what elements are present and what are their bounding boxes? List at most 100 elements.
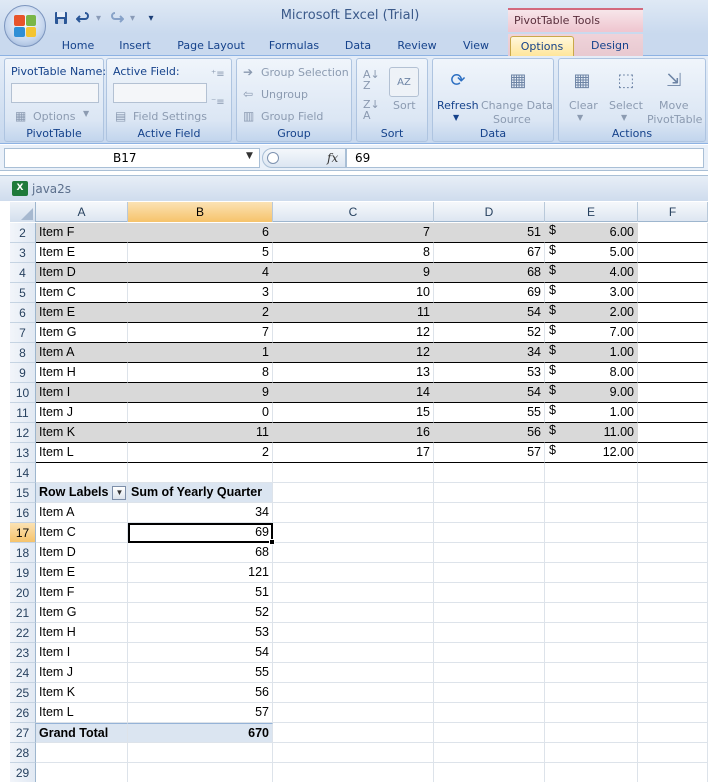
value-d-cell[interactable]: 55: [434, 403, 545, 423]
currency-cell[interactable]: 5.00: [545, 243, 638, 263]
undo-dropdown-icon[interactable]: ▾: [96, 11, 104, 25]
empty-cell[interactable]: [638, 223, 708, 243]
empty-cell[interactable]: [638, 243, 708, 263]
pivot-value-cell[interactable]: 56: [128, 683, 273, 703]
name-box[interactable]: B17: [4, 148, 260, 168]
empty-cell[interactable]: [434, 583, 545, 603]
empty-cell[interactable]: [273, 603, 434, 623]
empty-cell[interactable]: [273, 583, 434, 603]
empty-cell[interactable]: [638, 363, 708, 383]
column-header-d[interactable]: D: [434, 202, 545, 222]
empty-cell[interactable]: [434, 763, 545, 782]
name-box-dropdown-icon[interactable]: ▼: [246, 151, 253, 161]
options-dropdown-icon[interactable]: ▼: [83, 109, 89, 118]
row-header[interactable]: 24: [10, 663, 36, 683]
group-field-button[interactable]: Group Field: [261, 110, 323, 123]
tab-insert[interactable]: Insert: [113, 36, 157, 56]
empty-cell[interactable]: [638, 303, 708, 323]
item-name-cell[interactable]: Item A: [36, 343, 128, 363]
value-c-cell[interactable]: 14: [273, 383, 434, 403]
fill-handle[interactable]: [269, 539, 275, 545]
pivot-row-label[interactable]: Item D: [36, 543, 128, 563]
empty-cell[interactable]: [545, 663, 638, 683]
empty-cell[interactable]: [638, 343, 708, 363]
row-header[interactable]: 27: [10, 723, 36, 743]
value-c-cell[interactable]: 12: [273, 343, 434, 363]
row-header[interactable]: 15: [10, 483, 36, 503]
row-header[interactable]: 23: [10, 643, 36, 663]
pivot-value-cell[interactable]: 57: [128, 703, 273, 723]
pivot-row-label[interactable]: Item J: [36, 663, 128, 683]
filter-dropdown-icon[interactable]: ▼: [112, 485, 127, 500]
pivot-value-cell[interactable]: 51: [128, 583, 273, 603]
column-header-f[interactable]: F: [638, 202, 708, 222]
clear-button[interactable]: Clear: [569, 99, 598, 112]
empty-cell[interactable]: [638, 383, 708, 403]
item-name-cell[interactable]: Item E: [36, 303, 128, 323]
empty-cell[interactable]: [128, 743, 273, 763]
value-d-cell[interactable]: 54: [434, 383, 545, 403]
empty-cell[interactable]: [545, 743, 638, 763]
row-header[interactable]: 5: [10, 283, 36, 303]
currency-cell[interactable]: 2.00: [545, 303, 638, 323]
empty-cell[interactable]: [273, 763, 434, 782]
empty-cell[interactable]: [638, 543, 708, 563]
item-name-cell[interactable]: Item H: [36, 363, 128, 383]
pivot-row-label[interactable]: Item H: [36, 623, 128, 643]
item-name-cell[interactable]: Item D: [36, 263, 128, 283]
empty-cell[interactable]: [434, 603, 545, 623]
row-header[interactable]: 17: [10, 523, 36, 543]
group-selection-button[interactable]: Group Selection: [261, 66, 349, 79]
row-header[interactable]: 6: [10, 303, 36, 323]
expand-field-icon[interactable]: ⁺≡: [211, 69, 225, 80]
row-header[interactable]: 25: [10, 683, 36, 703]
empty-cell[interactable]: [638, 463, 708, 483]
row-header[interactable]: 28: [10, 743, 36, 763]
empty-cell[interactable]: [434, 723, 545, 743]
grand-total-value[interactable]: 670: [128, 723, 273, 743]
value-b-cell[interactable]: 1: [128, 343, 273, 363]
redo-dropdown-icon[interactable]: ▾: [130, 11, 138, 25]
currency-cell[interactable]: 12.00: [545, 443, 638, 463]
move-pivottable-button[interactable]: Move: [659, 99, 689, 112]
pivot-row-label[interactable]: Item G: [36, 603, 128, 623]
column-header-b[interactable]: B: [128, 202, 273, 222]
sort-ascending-icon[interactable]: A↓ Z: [363, 69, 380, 91]
empty-cell[interactable]: [273, 563, 434, 583]
select-button[interactable]: Select: [609, 99, 643, 112]
insert-function-button[interactable]: fx: [327, 151, 338, 165]
empty-cell[interactable]: [434, 503, 545, 523]
value-b-cell[interactable]: 5: [128, 243, 273, 263]
empty-cell[interactable]: [128, 463, 273, 483]
pivot-row-labels-header[interactable]: Row Labels ▼: [36, 483, 128, 503]
formula-input[interactable]: 69: [346, 148, 704, 168]
pivot-value-cell[interactable]: 54: [128, 643, 273, 663]
tab-options[interactable]: Options: [510, 36, 574, 56]
empty-cell[interactable]: [638, 443, 708, 463]
empty-cell[interactable]: [434, 743, 545, 763]
row-header[interactable]: 16: [10, 503, 36, 523]
customize-icon[interactable]: ▾: [142, 9, 160, 27]
value-d-cell[interactable]: 69: [434, 283, 545, 303]
value-b-cell[interactable]: 0: [128, 403, 273, 423]
pivot-value-cell[interactable]: 34: [128, 503, 273, 523]
column-header-e[interactable]: E: [545, 202, 638, 222]
active-cell-b17[interactable]: 69: [128, 523, 273, 543]
row-header[interactable]: 19: [10, 563, 36, 583]
sort-descending-icon[interactable]: Z↓ A: [363, 99, 380, 121]
row-header[interactable]: 18: [10, 543, 36, 563]
empty-cell[interactable]: [545, 763, 638, 782]
empty-cell[interactable]: [273, 463, 434, 483]
value-b-cell[interactable]: 8: [128, 363, 273, 383]
value-d-cell[interactable]: 67: [434, 243, 545, 263]
empty-cell[interactable]: [273, 723, 434, 743]
empty-cell[interactable]: [638, 623, 708, 643]
value-c-cell[interactable]: 16: [273, 423, 434, 443]
row-header[interactable]: 11: [10, 403, 36, 423]
empty-cell[interactable]: [545, 463, 638, 483]
row-header[interactable]: 14: [10, 463, 36, 483]
empty-cell[interactable]: [434, 643, 545, 663]
empty-cell[interactable]: [638, 403, 708, 423]
save-icon[interactable]: [52, 9, 70, 27]
empty-cell[interactable]: [638, 523, 708, 543]
